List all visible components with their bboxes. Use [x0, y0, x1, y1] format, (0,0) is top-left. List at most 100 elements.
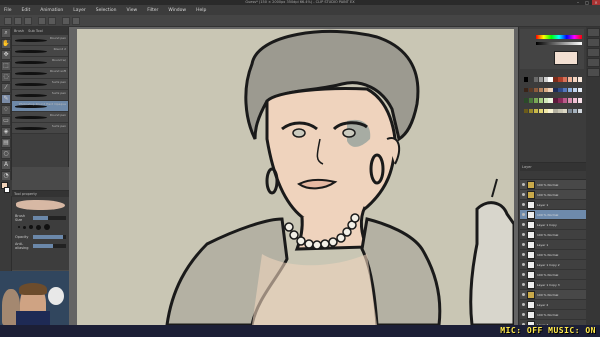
sub-view-icon[interactable]	[587, 38, 600, 47]
brush-item[interactable]: Sumi pen	[12, 90, 68, 101]
visibility-eye-icon[interactable]	[522, 193, 525, 196]
current-color-box[interactable]	[554, 51, 578, 65]
move-icon[interactable]: ✥	[1, 50, 11, 60]
fill-icon[interactable]: ◈	[1, 127, 11, 137]
size-preset-dot[interactable]	[29, 225, 33, 229]
palette-swatch[interactable]	[538, 87, 543, 93]
palette-swatch[interactable]	[572, 98, 578, 103]
brush-item[interactable]: Round 2	[12, 46, 68, 57]
visibility-eye-icon[interactable]	[522, 283, 525, 286]
palette-swatch[interactable]	[538, 98, 543, 103]
layer-row[interactable]: 100 % Normal	[520, 230, 586, 240]
layer-row[interactable]: Layer 1 Copy 2	[520, 260, 586, 270]
palette-swatch[interactable]	[533, 87, 539, 93]
visibility-eye-icon[interactable]	[522, 203, 525, 206]
palette-swatch[interactable]	[553, 108, 558, 114]
layer-row[interactable]: 100 % Normal	[520, 310, 586, 320]
layer-row[interactable]: Layer 1 Copy 3	[520, 280, 586, 290]
palette-swatch[interactable]	[563, 98, 568, 103]
brush-item[interactable]: Round pen	[12, 35, 68, 46]
value-slider[interactable]	[536, 42, 582, 45]
brush-icon[interactable]: ♢	[1, 105, 11, 115]
undo-icon[interactable]	[38, 17, 46, 25]
palette-swatch[interactable]	[577, 77, 582, 82]
menu-filter[interactable]: Filter	[147, 8, 158, 13]
size-preset-dot[interactable]	[18, 226, 20, 228]
palette-swatch[interactable]	[553, 98, 558, 103]
palette-swatch[interactable]	[538, 108, 543, 114]
redo-icon[interactable]	[48, 17, 56, 25]
size-preset-dot[interactable]	[23, 225, 26, 229]
palette-swatch[interactable]	[548, 108, 553, 114]
layer-row[interactable]: Layer 2	[520, 300, 586, 310]
palette-swatch[interactable]	[567, 98, 573, 103]
palette-swatch[interactable]	[524, 98, 529, 103]
brush-item[interactable]: Sumi pen	[12, 123, 68, 134]
brush-item[interactable]: Round pen	[12, 112, 68, 123]
visibility-eye-icon[interactable]	[522, 183, 525, 186]
visibility-eye-icon[interactable]	[522, 233, 525, 236]
layer-row[interactable]: 100 % Normal	[520, 210, 586, 220]
menu-view[interactable]: View	[127, 8, 138, 13]
brush-item[interactable]: Round w/	[12, 57, 68, 68]
visibility-eye-icon[interactable]	[522, 243, 525, 246]
brush-item[interactable]: Round soft	[12, 68, 68, 79]
palette-swatch[interactable]	[563, 108, 568, 114]
palette-swatch[interactable]	[577, 87, 582, 93]
palette-swatch[interactable]	[528, 77, 534, 82]
palette-swatch[interactable]	[528, 108, 534, 114]
layer-folder-row[interactable]: 100 % Normal	[520, 290, 586, 300]
tab-sub-tool[interactable]: Sub Tool	[26, 27, 45, 35]
color-history-icon[interactable]	[587, 48, 600, 57]
visibility-eye-icon[interactable]	[522, 253, 525, 256]
size-preset-dot[interactable]	[44, 224, 50, 230]
hand-icon[interactable]: ✋	[1, 39, 11, 49]
menu-file[interactable]: File	[4, 8, 12, 13]
menu-help[interactable]: Help	[196, 8, 206, 13]
menu-selection[interactable]: Selection	[96, 8, 117, 13]
palette-swatch[interactable]	[558, 87, 563, 93]
palette-swatch[interactable]	[524, 108, 529, 114]
save-icon[interactable]	[24, 17, 32, 25]
layer-property-icon[interactable]	[587, 68, 600, 77]
palette-swatch[interactable]	[533, 108, 539, 114]
drawing-canvas[interactable]	[77, 29, 514, 325]
menu-layer[interactable]: Layer	[73, 8, 86, 13]
palette-swatch[interactable]	[548, 77, 553, 82]
palette-swatch[interactable]	[553, 87, 558, 93]
figure-icon[interactable]: ○	[1, 149, 11, 159]
layer-row[interactable]: 100 % Normal	[520, 250, 586, 260]
palette-swatch[interactable]	[558, 108, 563, 114]
brush-item-selected[interactable]: Photoshop Round Hard Opaque	[12, 101, 68, 112]
brush-size-slider[interactable]	[33, 215, 66, 220]
menu-edit[interactable]: Edit	[22, 8, 31, 13]
palette-swatch[interactable]	[524, 77, 529, 82]
palette-swatch[interactable]	[567, 77, 573, 82]
visibility-eye-icon[interactable]	[522, 213, 525, 216]
palette-swatch[interactable]	[528, 87, 534, 93]
material-icon[interactable]	[587, 58, 600, 67]
palette-swatch[interactable]	[524, 87, 529, 93]
palette-swatch[interactable]	[543, 98, 548, 103]
palette-swatch[interactable]	[543, 87, 548, 93]
visibility-eye-icon[interactable]	[522, 313, 525, 316]
open-file-icon[interactable]	[14, 17, 22, 25]
eraser-icon[interactable]: ▭	[1, 116, 11, 126]
zoom-icon[interactable]: ⌕	[1, 28, 11, 38]
pen-icon[interactable]: ✎	[1, 94, 11, 104]
layer-folder-row[interactable]: 100 % Normal	[520, 180, 586, 190]
palette-swatch[interactable]	[572, 108, 578, 114]
visibility-eye-icon[interactable]	[522, 223, 525, 226]
layer-row[interactable]: Layer 1 Copy	[520, 220, 586, 230]
palette-swatch[interactable]	[548, 87, 553, 93]
palette-swatch[interactable]	[558, 77, 563, 82]
palette-swatch[interactable]	[533, 98, 539, 103]
palette-swatch[interactable]	[577, 98, 582, 103]
palette-swatch[interactable]	[553, 77, 558, 82]
palette-swatch[interactable]	[567, 108, 573, 114]
palette-swatch[interactable]	[577, 108, 582, 114]
menu-animation[interactable]: Animation	[40, 8, 63, 13]
hue-slider[interactable]	[536, 35, 582, 39]
layer-row[interactable]: Layer 1	[520, 240, 586, 250]
lasso-icon[interactable]: ◌	[1, 72, 11, 82]
